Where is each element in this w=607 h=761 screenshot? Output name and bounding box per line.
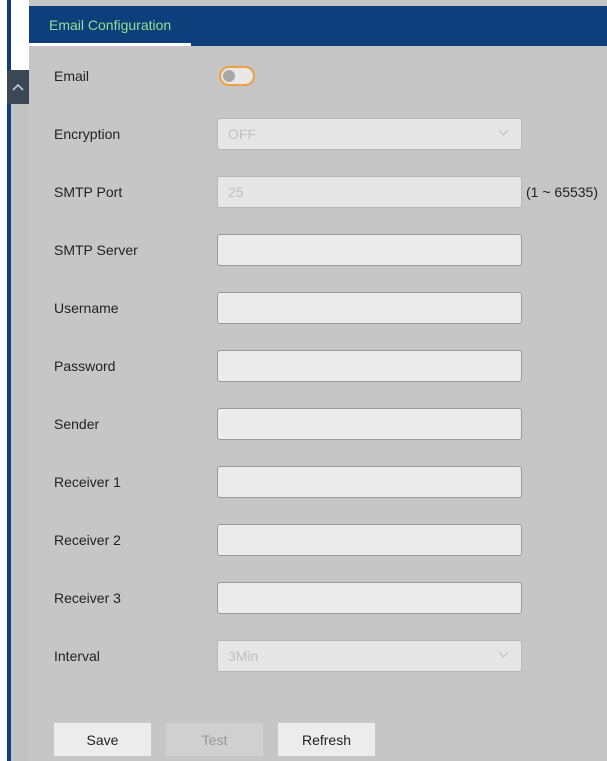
password-row: Password — [29, 350, 607, 382]
receiver2-input[interactable] — [217, 524, 522, 556]
save-button[interactable]: Save — [54, 723, 151, 756]
password-label: Password — [54, 358, 116, 374]
toggle-knob — [223, 70, 235, 82]
receiver2-row: Receiver 2 — [29, 524, 607, 556]
password-input[interactable] — [217, 350, 522, 382]
smtp-port-range-hint: (1 ~ 65535) — [526, 184, 598, 200]
sender-row: Sender — [29, 408, 607, 440]
encryption-value: OFF — [228, 126, 256, 142]
encryption-select[interactable]: OFF — [217, 118, 522, 150]
interval-label: Interval — [54, 648, 100, 664]
receiver3-input[interactable] — [217, 582, 522, 614]
smtp-server-input[interactable] — [217, 234, 522, 266]
tab-email-configuration[interactable]: Email Configuration — [29, 6, 192, 46]
username-row: Username — [29, 292, 607, 324]
email-config-panel: Email Configuration Email Encryption OFF… — [29, 0, 607, 761]
collapse-button[interactable] — [7, 70, 29, 104]
interval-value: 3Min — [228, 648, 259, 664]
smtp-port-label: SMTP Port — [54, 184, 123, 200]
smtp-server-row: SMTP Server — [29, 234, 607, 266]
receiver1-input[interactable] — [217, 466, 522, 498]
encryption-row: Encryption OFF — [29, 118, 607, 150]
test-button[interactable]: Test — [166, 723, 263, 756]
receiver3-row: Receiver 3 — [29, 582, 607, 614]
username-label: Username — [54, 300, 119, 316]
left-nav-track — [11, 104, 29, 761]
username-input[interactable] — [217, 292, 522, 324]
interval-select[interactable]: 3Min — [217, 640, 522, 672]
left-edge — [0, 0, 7, 761]
smtp-port-input[interactable] — [217, 176, 522, 208]
tab-label: Email Configuration — [49, 16, 172, 33]
smtp-server-label: SMTP Server — [54, 242, 138, 258]
receiver1-label: Receiver 1 — [54, 474, 121, 490]
email-row: Email — [29, 60, 607, 92]
email-toggle[interactable] — [219, 66, 255, 86]
receiver1-row: Receiver 1 — [29, 466, 607, 498]
refresh-button[interactable]: Refresh — [278, 723, 375, 756]
encryption-label: Encryption — [54, 126, 121, 142]
receiver2-label: Receiver 2 — [54, 532, 121, 548]
smtp-port-row: SMTP Port (1 ~ 65535) — [29, 176, 607, 208]
interval-row: Interval 3Min — [29, 640, 607, 672]
chevron-up-icon — [12, 83, 24, 91]
chevron-down-icon — [498, 129, 509, 136]
sender-label: Sender — [54, 416, 100, 432]
chevron-down-icon — [498, 651, 509, 658]
receiver3-label: Receiver 3 — [54, 590, 121, 606]
sender-input[interactable] — [217, 408, 522, 440]
email-label: Email — [54, 68, 90, 84]
